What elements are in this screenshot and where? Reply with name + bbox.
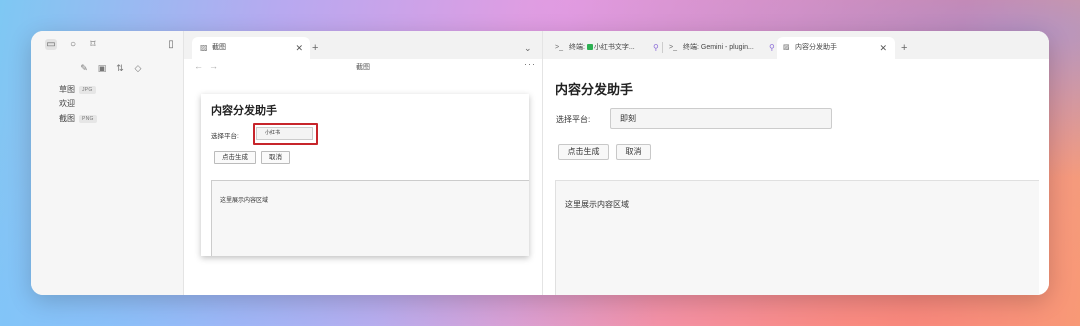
pin-icon[interactable]: ⚲ bbox=[769, 37, 775, 59]
highlight-box bbox=[253, 123, 318, 145]
file-item-screenshot[interactable]: 截图 PNG bbox=[59, 113, 97, 125]
file-name: 截图 bbox=[59, 114, 75, 123]
platform-label: 选择平台: bbox=[556, 115, 591, 124]
file-sidebar: ▭ ○ ⌑ ▯ ✎ ▣ ⇅ ◇ 草图 JPG 欢迎 截图 PNG bbox=[31, 31, 184, 295]
new-folder-icon[interactable]: ▣ bbox=[97, 63, 107, 73]
screenshot-content-area: 这里展示内容区域 bbox=[211, 180, 529, 256]
new-tab-icon[interactable]: + bbox=[901, 37, 907, 59]
tab-label: 截图 bbox=[212, 44, 226, 51]
back-arrow-icon[interactable]: ← bbox=[194, 61, 203, 71]
embedded-screenshot: 内容分发助手 选择平台: 小红书 点击生成 取消 这里展示内容区域 bbox=[201, 94, 529, 256]
image-icon: ▨ bbox=[200, 43, 208, 52]
file-badge: PNG bbox=[79, 115, 97, 123]
tab-bar: >_ 终端: 小红书文字... ⚲ >_ 终端: Gemini - plugin… bbox=[543, 31, 1049, 59]
chevron-down-icon[interactable]: ⌄ bbox=[524, 37, 532, 59]
tab-label: 终端: 小红书文字... bbox=[569, 44, 635, 51]
file-name: 草图 bbox=[59, 85, 75, 94]
folder-icon[interactable]: ▭ bbox=[45, 39, 57, 50]
screenshot-cancel-button: 取消 bbox=[261, 151, 290, 164]
view-title: 截图 bbox=[356, 64, 370, 71]
content-placeholder: 这里展示内容区域 bbox=[565, 200, 629, 209]
search-icon[interactable]: ○ bbox=[67, 39, 79, 50]
app-window: ▭ ○ ⌑ ▯ ✎ ▣ ⇅ ◇ 草图 JPG 欢迎 截图 PNG ▨ 截图 ✕ bbox=[31, 31, 1049, 295]
new-tab-icon[interactable]: + bbox=[312, 37, 318, 59]
new-note-icon[interactable]: ✎ bbox=[79, 63, 89, 73]
sidebar-toggle-icon[interactable]: ▯ bbox=[165, 39, 177, 50]
cancel-button[interactable]: 取消 bbox=[616, 144, 651, 160]
file-item-welcome[interactable]: 欢迎 bbox=[59, 98, 75, 110]
terminal-icon: >_ bbox=[555, 44, 563, 51]
tab-separator bbox=[662, 42, 663, 53]
app-title: 内容分发助手 bbox=[555, 82, 634, 97]
screenshot-title: 内容分发助手 bbox=[211, 105, 277, 117]
pin-icon[interactable]: ⚲ bbox=[653, 37, 659, 59]
close-icon[interactable]: ✕ bbox=[295, 37, 303, 59]
tab-terminal-xiaohongshu[interactable]: >_ 终端: 小红书文字... ⚲ bbox=[551, 37, 659, 59]
image-icon: ▨ bbox=[783, 44, 790, 51]
file-badge: JPG bbox=[79, 86, 96, 94]
tab-terminal-gemini[interactable]: >_ 终端: Gemini - plugin... ⚲ bbox=[665, 37, 775, 59]
file-name: 欢迎 bbox=[59, 99, 75, 108]
app-preview-pane: >_ 终端: 小红书文字... ⚲ >_ 终端: Gemini - plugin… bbox=[543, 31, 1049, 295]
more-options-icon[interactable]: ··· bbox=[524, 59, 536, 69]
tab-screenshot[interactable]: ▨ 截图 ✕ bbox=[192, 37, 310, 59]
tab-bar: ▨ 截图 ✕ + ⌄ bbox=[184, 31, 542, 59]
sort-icon[interactable]: ⇅ bbox=[115, 63, 125, 73]
sidebar-toolbar: ▭ ○ ⌑ ▯ bbox=[31, 31, 183, 59]
terminal-icon: >_ bbox=[669, 44, 677, 51]
platform-select[interactable]: 即刻 bbox=[610, 108, 832, 129]
close-icon[interactable]: ✕ bbox=[879, 37, 887, 59]
screenshot-platform-label: 选择平台: bbox=[211, 133, 239, 140]
screenshot-content-placeholder: 这里展示内容区域 bbox=[220, 198, 269, 204]
collapse-icon[interactable]: ◇ bbox=[133, 63, 143, 73]
forward-arrow-icon[interactable]: → bbox=[209, 61, 218, 71]
tab-label: 内容分发助手 bbox=[795, 44, 837, 51]
bookmark-icon[interactable]: ⌑ bbox=[87, 39, 99, 50]
tab-content-assistant[interactable]: ▨ 内容分发助手 ✕ bbox=[777, 37, 895, 59]
screenshot-generate-button: 点击生成 bbox=[214, 151, 256, 164]
app-badge-icon bbox=[586, 44, 593, 50]
content-area: 这里展示内容区域 bbox=[555, 180, 1039, 295]
file-item-sketch[interactable]: 草图 JPG bbox=[59, 84, 96, 96]
image-viewer-pane: ▨ 截图 ✕ + ⌄ ← → 截图 ··· 内容分发助手 选择平台: 小红书 点… bbox=[184, 31, 543, 295]
view-header: ← → 截图 ··· bbox=[184, 59, 542, 77]
generate-button[interactable]: 点击生成 bbox=[558, 144, 609, 160]
tab-label: 终端: Gemini - plugin... bbox=[683, 44, 754, 51]
